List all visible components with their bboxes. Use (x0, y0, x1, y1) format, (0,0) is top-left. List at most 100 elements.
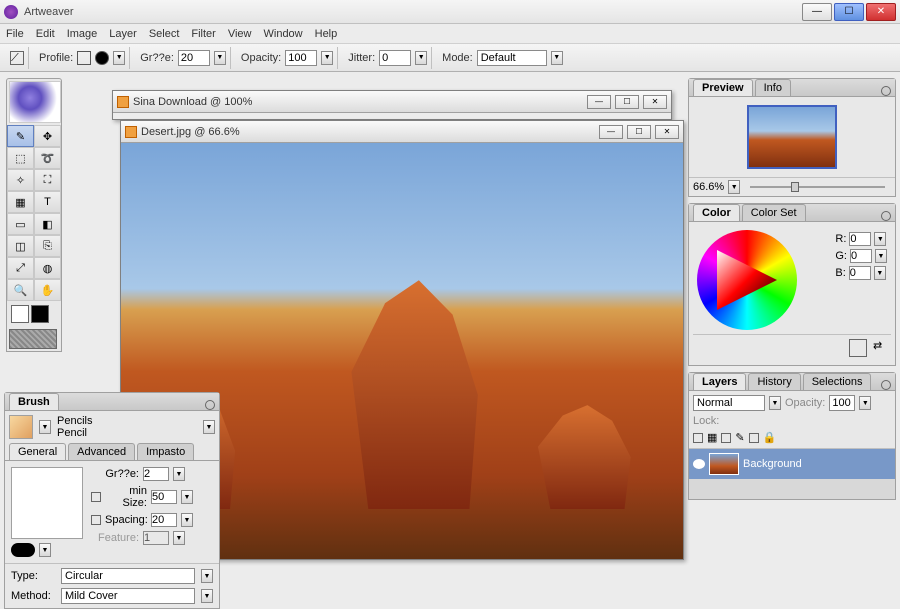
panel-menu-icon[interactable] (881, 86, 891, 96)
spacing-dropdown[interactable]: ▼ (181, 513, 193, 527)
text-tool[interactable]: T (34, 191, 61, 213)
zoom-tool[interactable]: 🔍 (7, 279, 34, 301)
perspective-tool[interactable]: ▦ (7, 191, 34, 213)
panel-menu-icon[interactable] (205, 400, 215, 410)
profile-square-icon[interactable] (77, 51, 91, 65)
minimize-button[interactable]: — (802, 3, 832, 21)
doc-maximize-button[interactable]: ☐ (615, 95, 639, 109)
subtab-advanced[interactable]: Advanced (68, 443, 135, 460)
tab-color-set[interactable]: Color Set (742, 204, 806, 221)
b-dropdown[interactable]: ▼ (874, 266, 886, 280)
spacing-input[interactable] (151, 513, 177, 527)
layer-row[interactable]: Background (689, 449, 895, 479)
g-dropdown[interactable]: ▼ (875, 249, 887, 263)
tab-history[interactable]: History (748, 373, 800, 390)
eyedropper-tool[interactable]: ⤢ (7, 257, 34, 279)
type-dropdown[interactable]: ▼ (201, 569, 213, 583)
zoom-dropdown[interactable]: ▼ (728, 180, 740, 194)
menu-file[interactable]: File (6, 28, 24, 40)
feature-dropdown[interactable]: ▼ (173, 531, 185, 545)
r-dropdown[interactable]: ▼ (874, 232, 886, 246)
swap-colors-icon[interactable]: ⇄ (873, 339, 887, 353)
zoom-slider[interactable] (750, 186, 885, 188)
brush-size-input[interactable] (143, 467, 169, 481)
menu-layer[interactable]: Layer (109, 28, 137, 40)
layer-opacity-dropdown[interactable]: ▼ (859, 396, 871, 410)
doc-minimize-button[interactable]: — (599, 125, 623, 139)
brush-shape-dropdown[interactable]: ▼ (39, 543, 51, 557)
menu-view[interactable]: View (228, 28, 252, 40)
doc-maximize-button[interactable]: ☐ (627, 125, 651, 139)
brush-tool[interactable]: ✎ (7, 125, 34, 147)
mode-dropdown[interactable]: ▼ (551, 51, 563, 65)
shape-tool[interactable]: ▭ (7, 213, 34, 235)
menu-window[interactable]: Window (264, 28, 303, 40)
tab-layers[interactable]: Layers (693, 373, 746, 390)
blend-mode-dropdown[interactable]: ▼ (769, 396, 781, 410)
opacity-input[interactable] (285, 50, 317, 66)
current-color-swatch[interactable] (849, 339, 867, 357)
gradient-tool[interactable]: ◧ (34, 213, 61, 235)
lock-all-checkbox[interactable] (749, 433, 759, 443)
color-wheel[interactable] (697, 230, 797, 330)
mode-select[interactable]: Default (477, 50, 547, 66)
size-dropdown[interactable]: ▼ (214, 51, 226, 65)
lasso-tool[interactable]: ➰ (34, 147, 61, 169)
doc-close-button[interactable]: ✕ (655, 125, 679, 139)
background-color-swatch[interactable] (31, 305, 49, 323)
maximize-button[interactable]: ☐ (834, 3, 864, 21)
profile-dropdown[interactable]: ▼ (113, 51, 125, 65)
bucket-tool[interactable]: ◍ (34, 257, 61, 279)
minsize-dropdown[interactable]: ▼ (181, 490, 193, 504)
tab-selections[interactable]: Selections (803, 373, 872, 390)
jitter-input[interactable] (379, 50, 411, 66)
menu-help[interactable]: Help (315, 28, 338, 40)
panel-menu-icon[interactable] (881, 380, 891, 390)
visibility-icon[interactable] (693, 459, 705, 469)
subtab-impasto[interactable]: Impasto (137, 443, 194, 460)
crop-tool[interactable]: ⛶ (34, 169, 61, 191)
wand-tool[interactable]: ✧ (7, 169, 34, 191)
g-input[interactable] (850, 249, 872, 263)
minsize-checkbox[interactable] (91, 492, 101, 502)
foreground-color-swatch[interactable] (11, 305, 29, 323)
close-button[interactable]: ✕ (866, 3, 896, 21)
r-input[interactable] (849, 232, 871, 246)
lock-pixels-checkbox[interactable] (721, 433, 731, 443)
tab-brush[interactable]: Brush (9, 393, 59, 410)
doc-minimize-button[interactable]: — (587, 95, 611, 109)
move-tool[interactable]: ✥ (34, 125, 61, 147)
brush-size-dropdown[interactable]: ▼ (173, 467, 185, 481)
jitter-dropdown[interactable]: ▼ (415, 51, 427, 65)
tab-color[interactable]: Color (693, 204, 740, 221)
texture-swatch[interactable] (9, 329, 57, 349)
layer-opacity-input[interactable] (829, 395, 855, 411)
brush-shape-indicator[interactable] (11, 543, 35, 557)
spacing-checkbox[interactable] (91, 515, 101, 525)
profile-round-icon[interactable] (95, 51, 109, 65)
stamp-tool[interactable]: ⎘ (34, 235, 61, 257)
subtab-general[interactable]: General (9, 443, 66, 460)
type-select[interactable]: Circular (61, 568, 195, 584)
b-input[interactable] (849, 266, 871, 280)
menu-image[interactable]: Image (67, 28, 98, 40)
brush-preset-icon[interactable]: ⟋ (10, 51, 24, 65)
eraser-tool[interactable]: ◫ (7, 235, 34, 257)
blend-mode-select[interactable]: Normal (693, 395, 765, 411)
opacity-dropdown[interactable]: ▼ (321, 51, 333, 65)
menu-edit[interactable]: Edit (36, 28, 55, 40)
method-dropdown[interactable]: ▼ (201, 589, 213, 603)
menu-select[interactable]: Select (149, 28, 180, 40)
size-input[interactable] (178, 50, 210, 66)
marquee-tool[interactable]: ⬚ (7, 147, 34, 169)
document-window-back[interactable]: Sina Download @ 100% — ☐ ✕ (112, 90, 672, 120)
brush-preset-dropdown[interactable]: ▼ (203, 420, 215, 434)
minsize-input[interactable] (151, 490, 177, 504)
hand-tool[interactable]: ✋ (34, 279, 61, 301)
panel-menu-icon[interactable] (881, 211, 891, 221)
method-select[interactable]: Mild Cover (61, 588, 195, 604)
doc-close-button[interactable]: ✕ (643, 95, 667, 109)
tab-info[interactable]: Info (755, 79, 791, 96)
brush-tip-dropdown[interactable]: ▼ (39, 420, 51, 434)
lock-transparency-checkbox[interactable] (693, 433, 703, 443)
